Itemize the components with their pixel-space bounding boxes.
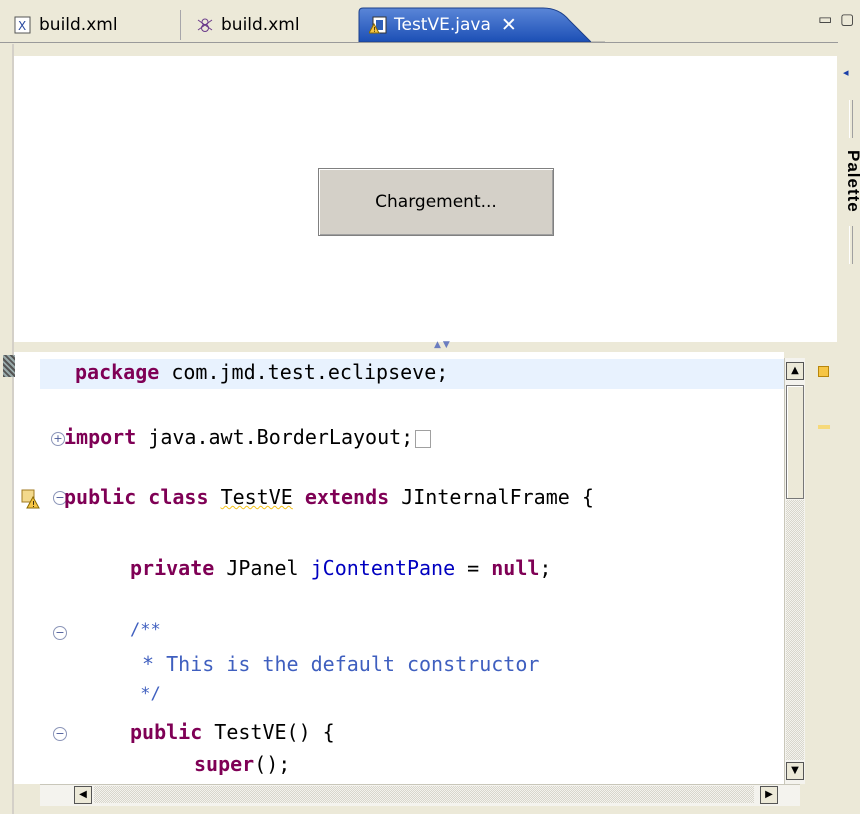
keyword: public <box>130 720 203 744</box>
minimize-icon[interactable]: ▭ <box>818 10 832 28</box>
code-text: ; <box>539 556 552 580</box>
tab-separator <box>180 10 181 40</box>
scroll-right-icon[interactable]: ▶ <box>760 786 778 804</box>
keyword: extends <box>304 485 390 509</box>
overview-ruler <box>808 358 838 784</box>
tab-label: TestVE.java <box>394 15 491 35</box>
split-sash[interactable]: ▲▼ <box>14 340 837 352</box>
tab-label: build.xml <box>39 15 118 35</box>
chargement-button[interactable]: Chargement... <box>318 168 554 236</box>
svg-text:X: X <box>18 19 26 33</box>
code-line-5[interactable]: /** <box>130 620 161 640</box>
code-text: = <box>455 556 492 580</box>
svg-text:!: ! <box>373 26 376 34</box>
code-line-2[interactable]: import java.awt.BorderLayout; <box>64 425 432 449</box>
expand-fold-icon[interactable]: + <box>51 432 65 446</box>
keyword: import <box>64 425 137 449</box>
keyword: private <box>130 556 215 580</box>
close-tab-icon[interactable]: ✕ <box>501 14 517 36</box>
collapse-fold-icon[interactable]: − <box>53 727 67 741</box>
code-line-7[interactable]: */ <box>130 684 160 704</box>
ant-build-icon <box>196 16 214 34</box>
keyword: class <box>148 485 209 509</box>
xml-file-icon: X <box>14 16 32 34</box>
collapse-fold-icon[interactable]: − <box>53 626 67 640</box>
tab-build-xml-1[interactable]: X build.xml <box>14 8 118 42</box>
code-text: JPanel <box>214 556 311 580</box>
scroll-down-icon[interactable]: ▼ <box>786 762 804 780</box>
scroll-up-icon[interactable]: ▲ <box>786 362 804 380</box>
code-line-3[interactable]: public class TestVE extends JInternalFra… <box>64 485 594 509</box>
svg-text:!: ! <box>32 500 35 509</box>
code-text: TestVE() { <box>202 720 335 744</box>
collapsed-block-icon[interactable] <box>415 429 432 448</box>
editor-tab-bar: X build.xml build.xml ! TestVE.java ✕ ▭ … <box>0 0 860 43</box>
tab-label: build.xml <box>221 15 300 35</box>
code-text: com.jmd.test.eclipseve; <box>159 360 449 384</box>
visual-design-canvas[interactable]: Chargement... <box>14 56 837 342</box>
tab-testve-java[interactable]: ! TestVE.java ✕ <box>368 8 517 42</box>
java-file-warning-icon: ! <box>368 16 387 34</box>
code-line-6[interactable]: * This is the default constructor <box>130 652 539 676</box>
tab-bar-divider <box>0 42 838 43</box>
code-text: JInternalFrame { <box>389 485 594 509</box>
code-text: java.awt.BorderLayout; <box>136 425 414 449</box>
palette-grip[interactable] <box>849 100 853 138</box>
keyword: super <box>194 752 255 776</box>
code-line-4[interactable]: private JPanel jContentPane = null; <box>130 556 551 580</box>
overview-warning-mark[interactable] <box>818 425 830 429</box>
palette-grip[interactable] <box>849 226 853 264</box>
warning-marker-icon[interactable]: ! <box>20 488 42 510</box>
keyword: package <box>75 360 160 384</box>
sash-arrows-icon[interactable]: ▲▼ <box>434 340 452 350</box>
vertical-ruler <box>14 352 40 784</box>
keyword: public <box>64 485 137 509</box>
code-line-9[interactable]: super(); <box>194 752 290 776</box>
horizontal-scroll-track[interactable] <box>94 786 754 803</box>
vertical-scroll-thumb[interactable] <box>786 385 804 499</box>
palette-label[interactable]: Palette <box>844 150 860 213</box>
code-line-8[interactable]: public TestVE() { <box>130 720 335 744</box>
vertical-scroll-track[interactable] <box>786 500 804 760</box>
palette-collapse-icon[interactable]: ◂ <box>843 66 849 79</box>
scroll-left-icon[interactable]: ◀ <box>74 786 92 804</box>
code-text: (); <box>254 752 291 776</box>
keyword: null <box>491 556 540 580</box>
maximize-icon[interactable]: ▢ <box>840 10 854 28</box>
eclipse-editor-window: X build.xml build.xml ! TestVE.java ✕ ▭ … <box>0 0 860 814</box>
field-name: jContentPane <box>310 556 456 580</box>
class-name: TestVE <box>220 485 293 509</box>
code-line-1[interactable]: package com.jmd.test.eclipseve; <box>75 360 448 384</box>
tab-build-xml-2[interactable]: build.xml <box>196 8 300 42</box>
overview-warning-indicator[interactable] <box>818 366 829 377</box>
current-range-marker <box>3 355 15 377</box>
